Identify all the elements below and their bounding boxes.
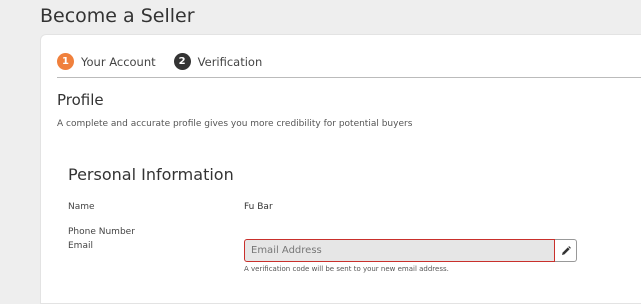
phone-number-label: Phone Number: [68, 227, 135, 237]
stepper-divider: [57, 77, 641, 78]
email-field-group: [244, 239, 577, 262]
pencil-icon: [561, 245, 571, 255]
edit-email-button[interactable]: [555, 239, 577, 262]
profile-title: Profile: [57, 91, 104, 109]
step-verification[interactable]: 2 Verification: [173, 53, 263, 70]
personal-information-title: Personal Information: [68, 165, 234, 184]
profile-subtitle: A complete and accurate profile gives yo…: [57, 119, 413, 129]
email-field[interactable]: [244, 239, 555, 262]
step-number-badge: 2: [173, 53, 191, 70]
stepper: 1 Your Account 2 Verification: [57, 53, 280, 70]
step-your-account[interactable]: 1 Your Account: [57, 53, 156, 70]
step-label: Your Account: [81, 54, 156, 69]
page-title: Become a Seller: [40, 5, 195, 27]
name-label: Name: [68, 202, 95, 212]
seller-form-card: 1 Your Account 2 Verification Profile A …: [40, 34, 641, 304]
step-number-badge: 1: [57, 53, 74, 70]
email-help-text: A verification code will be sent to your…: [244, 265, 449, 273]
name-value: Fu Bar: [244, 202, 273, 212]
step-label: Verification: [197, 54, 263, 69]
email-label: Email: [68, 241, 93, 251]
